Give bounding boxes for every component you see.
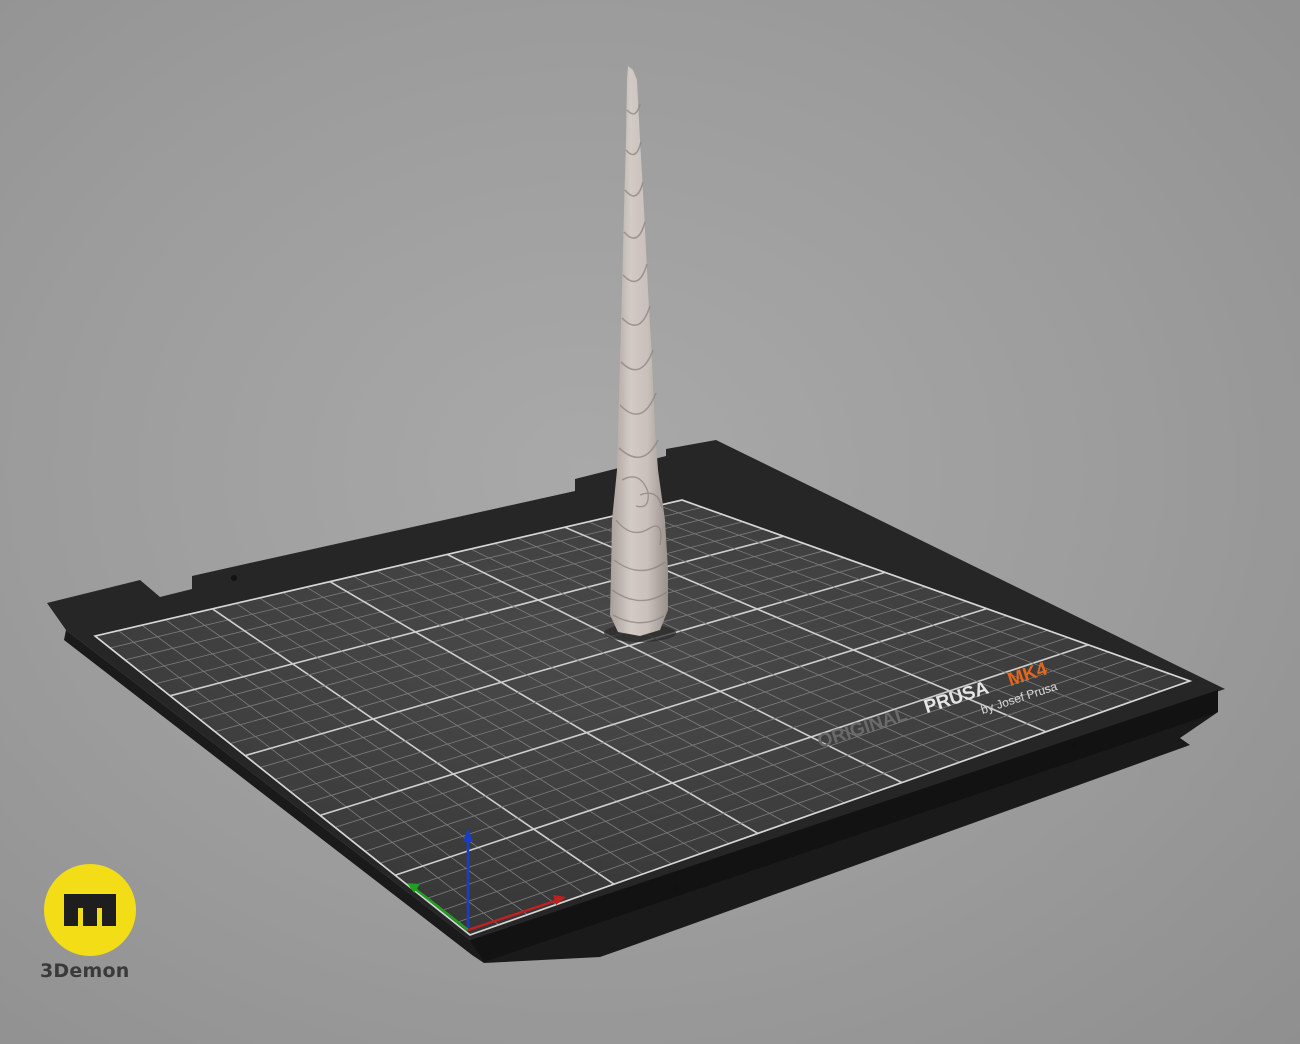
bed-screw bbox=[673, 886, 679, 892]
3demon-logo-icon bbox=[64, 894, 116, 926]
bed-screw bbox=[231, 575, 237, 581]
3d-viewport[interactable]: ORIGINAL PRUSA MK4 by Josef Prusa bbox=[0, 0, 1300, 1044]
unicorn-horn-model[interactable] bbox=[610, 66, 668, 636]
bed-screw bbox=[1071, 742, 1077, 748]
3demon-logo bbox=[44, 864, 136, 956]
watermark-text: 3Demon bbox=[40, 960, 130, 982]
